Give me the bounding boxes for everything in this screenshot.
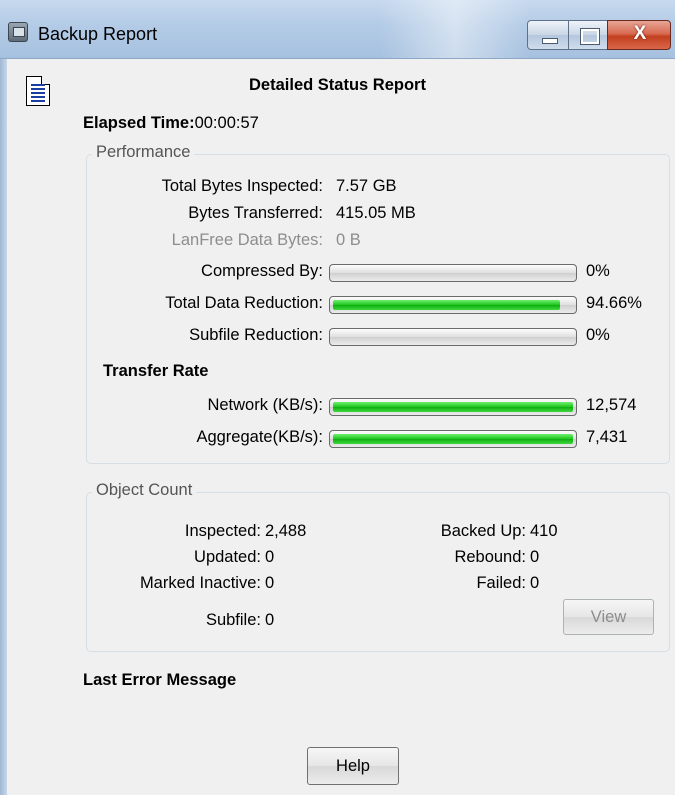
subfile-reduction-value: 0% [586, 326, 610, 344]
updated-label: Updated: [194, 548, 261, 566]
aggregate-rate-progress-fill [333, 434, 573, 444]
compressed-by-progress-bar [329, 264, 577, 282]
view-button[interactable]: View [563, 599, 654, 635]
compressed-by-value: 0% [586, 262, 610, 280]
failed-label: Failed: [476, 574, 526, 592]
inspected-label: Inspected: [184, 522, 261, 540]
lanfree-data-bytes-value: 0 B [336, 231, 361, 249]
object-count-legend: Object Count [92, 481, 197, 500]
failed-value: 0 [530, 574, 540, 592]
inspected-value: 2,488 [265, 522, 307, 540]
total-data-reduction-label: Total Data Reduction: [165, 294, 323, 312]
last-error-message-heading: Last Error Message [83, 671, 237, 689]
total-data-reduction-progress-bar [329, 296, 577, 314]
aggregate-rate-label: Aggregate(KB/s): [196, 428, 323, 446]
maximize-button[interactable] [568, 20, 608, 50]
backed-up-value: 410 [530, 522, 558, 540]
subfile-count-value: 0 [265, 611, 275, 629]
close-icon: X [633, 23, 647, 44]
minimize-icon [542, 38, 558, 44]
backup-report-window: Backup Report X Detailed Status Report E… [0, 0, 675, 795]
window-title: Backup Report [38, 24, 158, 44]
subfile-reduction-label: Subfile Reduction: [189, 326, 323, 344]
marked-inactive-label: Marked Inactive: [139, 574, 261, 592]
transfer-rate-heading: Transfer Rate [103, 362, 209, 380]
elapsed-time-label: Elapsed Time: [83, 114, 195, 132]
aggregate-rate-progress-bar [329, 430, 577, 448]
report-heading: Detailed Status Report [249, 76, 426, 94]
total-data-reduction-progress-fill [333, 300, 560, 310]
lanfree-data-bytes-label: LanFree Data Bytes: [171, 231, 323, 249]
elapsed-time-value: 00:00:57 [194, 114, 259, 132]
total-bytes-inspected-label: Total Bytes Inspected: [161, 177, 323, 195]
bytes-transferred-value: 415.05 MB [336, 204, 416, 222]
window-frame-left [0, 59, 7, 795]
rebound-value: 0 [530, 548, 540, 566]
bytes-transferred-label: Bytes Transferred: [188, 204, 323, 222]
close-button[interactable]: X [607, 20, 671, 50]
aggregate-rate-value: 7,431 [586, 428, 628, 446]
minimize-button[interactable] [527, 20, 569, 50]
total-bytes-inspected-value: 7.57 GB [336, 177, 397, 195]
backed-up-label: Backed Up: [440, 522, 526, 540]
updated-value: 0 [265, 548, 275, 566]
maximize-icon [581, 29, 599, 44]
help-button[interactable]: Help [307, 747, 399, 785]
marked-inactive-value: 0 [265, 574, 275, 592]
network-rate-label: Network (KB/s): [207, 396, 323, 414]
elapsed-time: Elapsed Time:00:00:57 [83, 114, 259, 133]
app-icon[interactable] [8, 22, 28, 42]
network-rate-progress-fill [333, 402, 573, 412]
compressed-by-label: Compressed By: [201, 262, 323, 280]
network-rate-value: 12,574 [586, 396, 637, 414]
network-rate-progress-bar [329, 398, 577, 416]
performance-legend: Performance [92, 143, 195, 162]
rebound-label: Rebound: [454, 548, 526, 566]
total-data-reduction-value: 94.66% [586, 294, 642, 312]
subfile-count-label: Subfile: [205, 611, 261, 629]
subfile-reduction-progress-bar [329, 328, 577, 346]
title-bar[interactable]: Backup Report X [0, 0, 675, 59]
